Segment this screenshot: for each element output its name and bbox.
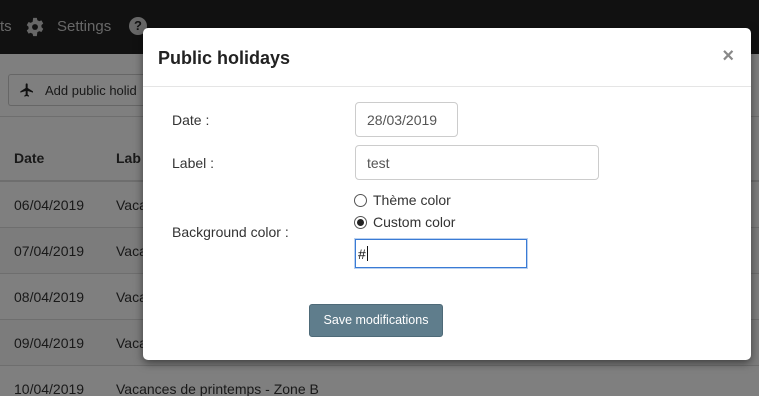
date-field[interactable]: 28/03/2019 bbox=[355, 102, 458, 137]
background-color-label: Background color : bbox=[172, 224, 289, 240]
date-label: Date : bbox=[172, 112, 210, 128]
label-field[interactable]: test bbox=[355, 145, 599, 180]
custom-color-option[interactable]: Custom color bbox=[354, 214, 455, 230]
modal-title: Public holidays bbox=[158, 48, 291, 68]
theme-color-radio[interactable] bbox=[354, 193, 367, 207]
theme-color-label: Thème color bbox=[373, 192, 451, 208]
close-icon[interactable]: × bbox=[722, 46, 734, 66]
custom-color-label: Custom color bbox=[373, 214, 456, 230]
label-label: Label : bbox=[172, 155, 215, 171]
custom-color-radio[interactable] bbox=[354, 215, 367, 229]
theme-color-option[interactable]: Thème color bbox=[354, 192, 451, 208]
text-caret bbox=[366, 246, 368, 261]
save-modifications-button[interactable]: Save modifications bbox=[309, 304, 443, 337]
public-holidays-dialog: Public holidays × Date : 28/03/2019 Labe… bbox=[143, 28, 751, 360]
hex-color-value: # bbox=[358, 245, 366, 262]
hex-color-input[interactable]: # bbox=[355, 239, 527, 268]
modal-header: Public holidays × bbox=[143, 28, 751, 87]
